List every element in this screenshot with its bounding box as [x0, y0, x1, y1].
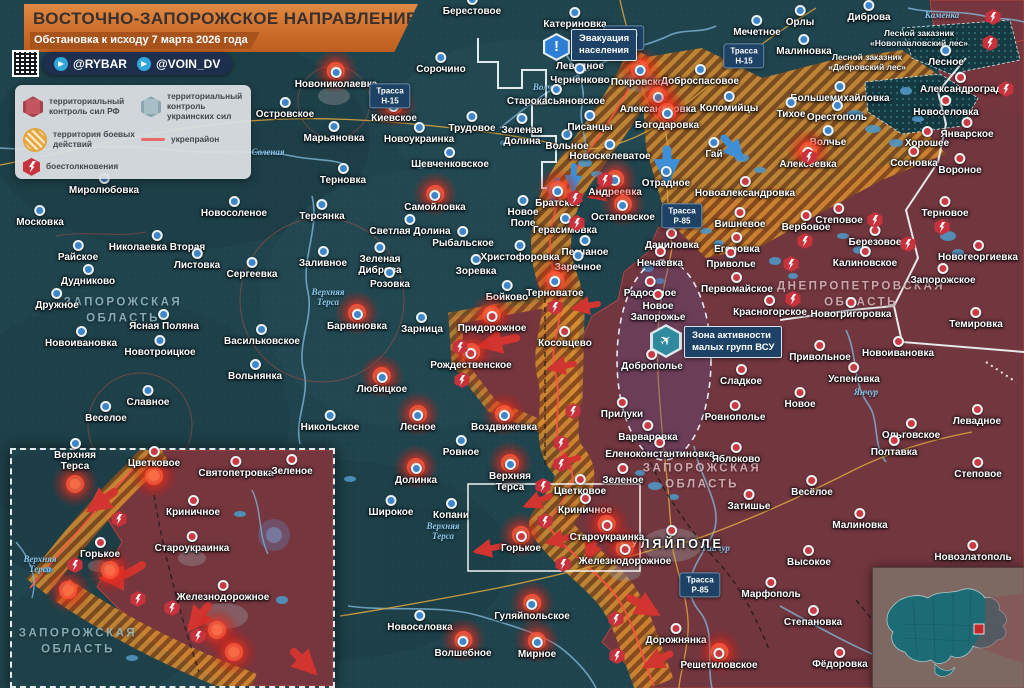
telegram-icon — [54, 57, 68, 71]
legend-item-label: боестолкновения — [46, 162, 118, 172]
river-label: Верхняя Терса — [23, 554, 56, 574]
region-label: ЗАПОРОЖСКАЯ ОБЛАСТЬ — [64, 295, 182, 326]
vsu-activity-zone — [617, 260, 711, 460]
river-label: Гайчур — [702, 543, 730, 553]
river-label: Волчья — [533, 82, 561, 92]
handle-rybar[interactable]: @RYBAR — [54, 57, 127, 71]
legend-item: территориальный контроль украинских сил — [141, 92, 253, 122]
river-label: Верхняя Терса — [426, 521, 459, 541]
handle-voin-dv[interactable]: @VOIN_DV — [137, 57, 220, 71]
map-subtitle: Обстановка к исходу 7 марта 2026 года — [30, 32, 260, 49]
handle-label: @RYBAR — [73, 57, 127, 71]
minimap-artwork — [873, 568, 1023, 687]
legend-panel: территориальный контроль сил РФ территори… — [15, 85, 251, 179]
road-badge: Трасса Н-15 — [723, 43, 764, 68]
qr-code[interactable] — [12, 50, 39, 77]
hex-lightning-icon — [23, 158, 40, 176]
legend-item-label: территория боевых действий — [53, 130, 141, 150]
inset-map: Верхняя ТерсаЦветковоеСвятопетровкаЗелен… — [10, 448, 335, 688]
road-badge: Трасса Н-15 — [369, 83, 410, 108]
exclamation-glyph: ! — [545, 35, 568, 59]
explosion-effect — [87, 547, 133, 593]
qr-modules — [14, 52, 37, 75]
region-label: ЗАПОРОЖСКАЯ ОБЛАСТЬ — [643, 461, 761, 492]
title-banner: ВОСТОЧНО-ЗАПОРОЖСКОЕ НАПРАВЛЕНИЕ Обстано… — [24, 4, 418, 52]
legend-item: боестолкновения — [23, 158, 141, 176]
map-location-marker — [974, 624, 984, 634]
social-handles-bar: @RYBAR @VOIN_DV — [42, 52, 232, 75]
legend-item-label: территориальный контроль сил РФ — [49, 97, 141, 117]
river-label: Верхняя Терса — [311, 287, 344, 307]
drone-glyph: ✈ — [656, 331, 676, 352]
legend-item: территориальный контроль сил РФ — [23, 92, 141, 122]
handle-label: @VOIN_DV — [156, 57, 220, 71]
forest-reserve-label: Лесной заказник «Дибровский лес» — [828, 52, 906, 72]
region-label: ЗАПОРОЖСКАЯ ОБЛАСТЬ — [19, 626, 137, 657]
ukraine-minimap — [872, 567, 1024, 688]
road-badge: Трасса Р-85 — [679, 572, 720, 597]
road-badge: Трасса Р-85 — [661, 203, 702, 228]
hex-red-icon — [23, 96, 43, 117]
inset-blue-glow-core — [266, 527, 282, 543]
river-label: Каменка — [925, 10, 960, 20]
evacuation-badge: Эвакуация населения — [571, 29, 637, 61]
vsu-zone-badge: Зона активности малых групп ВСУ — [684, 326, 782, 358]
river-label: Янчур — [854, 387, 878, 397]
telegram-icon — [137, 57, 151, 71]
circle-hatched-icon — [23, 128, 47, 152]
explosion-effect — [131, 453, 177, 499]
hex-blue-icon — [141, 96, 161, 117]
river-label: Соленая — [251, 147, 284, 157]
situation-map: БерестовоеКатериновкаСорочиноНовониколае… — [0, 0, 1024, 688]
legend-item-label: укрепрайон — [171, 135, 219, 145]
forest-reserve-label: Лесной заказник «Новопавловский лес» — [870, 28, 968, 48]
line-red-icon — [141, 138, 165, 141]
map-title: ВОСТОЧНО-ЗАПОРОЖСКОЕ НАПРАВЛЕНИЕ — [24, 4, 418, 29]
legend-item: укрепрайон — [141, 128, 253, 152]
region-label: ДНЕПРОПЕТРОВСКАЯ ОБЛАСТЬ — [777, 279, 945, 310]
legend-item-label: территориальный контроль украинских сил — [167, 92, 253, 122]
explosion-effect — [52, 461, 98, 507]
legend-item: территория боевых действий — [23, 128, 141, 152]
explosion-effect — [211, 629, 257, 675]
